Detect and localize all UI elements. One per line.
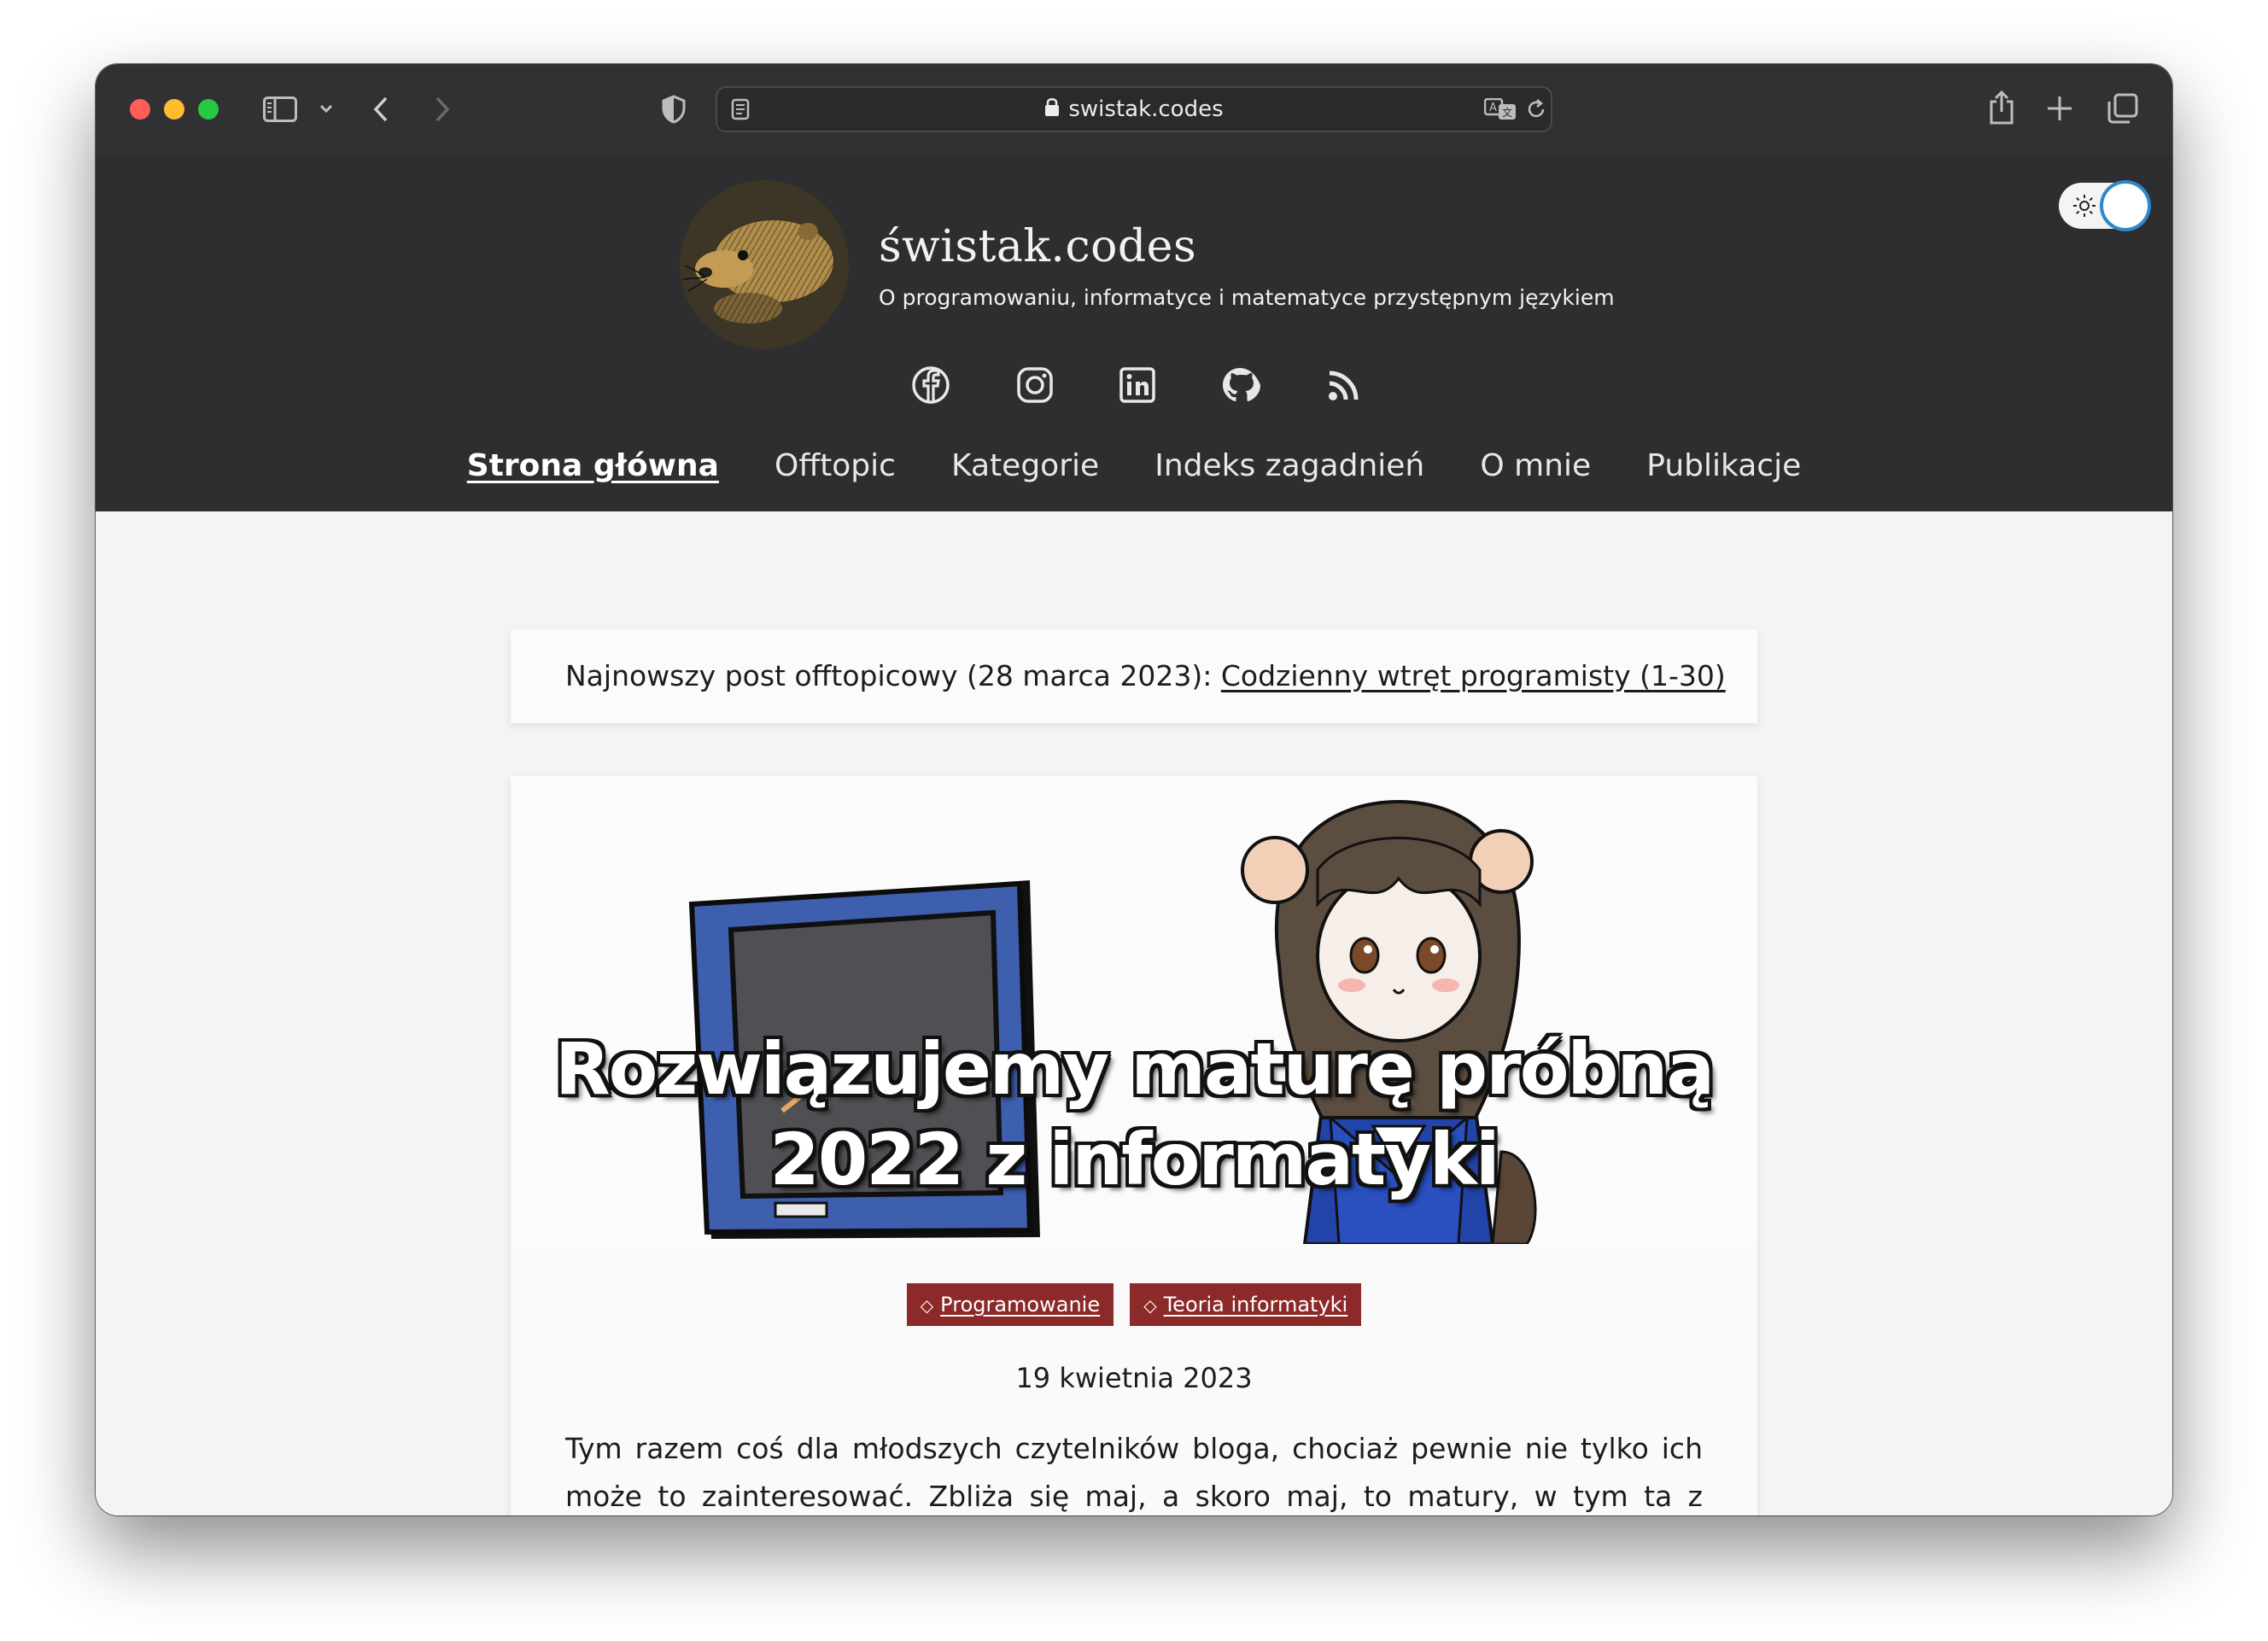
reload-icon[interactable] — [1525, 98, 1547, 120]
web-page: świstak.codes O programowaniu, informaty… — [96, 155, 2172, 1515]
url-text: swistak.codes — [1068, 96, 1224, 122]
nav-item-about[interactable]: O mnie — [1480, 441, 1591, 492]
privacy-shield-icon[interactable] — [661, 95, 687, 124]
svg-text:文: 文 — [1502, 106, 1512, 119]
rss-icon[interactable] — [1324, 365, 1365, 406]
sun-icon — [2072, 194, 2096, 218]
minimize-window-button[interactable] — [164, 99, 184, 120]
browser-toolbar: swistak.codes A文 — [96, 64, 2172, 156]
marmot-portrait-image — [680, 180, 849, 349]
translate-icon[interactable]: A文 — [1484, 98, 1517, 120]
site-subtitle: O programowaniu, informatyce i matematyc… — [879, 285, 1615, 310]
site-logo-avatar[interactable] — [680, 180, 849, 349]
zoom-window-button[interactable] — [198, 99, 219, 120]
back-arrow-icon[interactable] — [371, 95, 391, 124]
nav-item-home[interactable]: Strona główna — [467, 441, 719, 492]
nav-item-index[interactable]: Indeks zagadnień — [1154, 441, 1424, 492]
svg-text:A: A — [1489, 102, 1497, 114]
site-title[interactable]: świstak.codes — [879, 221, 1196, 272]
notice-link[interactable]: Codzienny wtręt programisty (1-30) — [1221, 659, 1726, 692]
post-tags: ◇ Programowanie ◇ Teoria informatyki — [511, 1283, 1757, 1326]
lock-icon — [1044, 89, 1060, 131]
theme-toggle[interactable] — [2059, 183, 2148, 229]
close-window-button[interactable] — [130, 99, 150, 120]
toggle-knob[interactable] — [2103, 184, 2148, 228]
post-title-line-1: Rozwiązujemy maturę próbną — [554, 1027, 1715, 1111]
tag-programowanie[interactable]: ◇ Programowanie — [906, 1283, 1114, 1326]
linkedin-icon[interactable] — [1117, 365, 1158, 406]
nav-item-offtopic[interactable]: Offtopic — [775, 441, 896, 492]
sidebar-toggle-icon[interactable] — [263, 96, 297, 122]
facebook-icon[interactable] — [910, 365, 951, 406]
site-header: świstak.codes O programowaniu, informaty… — [96, 155, 2172, 511]
notice-text: Najnowszy post offtopicowy (28 marca 202… — [565, 659, 1221, 692]
share-icon[interactable] — [1988, 90, 2015, 126]
tag-label: Teoria informatyki — [1163, 1293, 1348, 1317]
nav-item-publications[interactable]: Publikacje — [1646, 441, 1801, 492]
browser-window: swistak.codes A文 świstak.codes O program… — [96, 64, 2172, 1515]
chevron-down-icon[interactable] — [318, 102, 335, 115]
tab-overview-icon[interactable] — [2107, 93, 2138, 124]
post-excerpt: Tym razem coś dla młodszych czytelników … — [565, 1432, 1703, 1513]
post-date: 19 kwietnia 2023 — [1015, 1362, 1253, 1394]
instagram-icon[interactable] — [1014, 365, 1055, 406]
tag-label: Programowanie — [940, 1293, 1101, 1317]
new-tab-icon[interactable] — [2046, 95, 2073, 122]
post-card: Rozwiązujemy maturę próbną 2022 z inform… — [511, 776, 1757, 1515]
forward-arrow-icon[interactable] — [432, 95, 453, 124]
post-hero-image[interactable]: Rozwiązujemy maturę próbną 2022 z inform… — [511, 776, 1757, 1244]
latest-offtopic-notice: Najnowszy post offtopicowy (28 marca 202… — [511, 629, 1757, 723]
main-navigation: Strona główna Offtopic Kategorie Indeks … — [96, 441, 2172, 492]
nav-item-categories[interactable]: Kategorie — [951, 441, 1099, 492]
tag-icon: ◇ — [1143, 1295, 1157, 1316]
github-icon[interactable] — [1221, 365, 1262, 406]
tag-teoria-informatyki[interactable]: ◇ Teoria informatyki — [1130, 1283, 1362, 1326]
url-display[interactable]: swistak.codes — [717, 88, 1551, 131]
tag-icon: ◇ — [920, 1295, 934, 1316]
post-title[interactable]: Rozwiązujemy maturę próbną 2022 z inform… — [511, 1024, 1757, 1205]
post-title-line-2: 2022 z informatyki — [769, 1118, 1499, 1201]
address-bar[interactable]: swistak.codes A文 — [716, 86, 1552, 132]
